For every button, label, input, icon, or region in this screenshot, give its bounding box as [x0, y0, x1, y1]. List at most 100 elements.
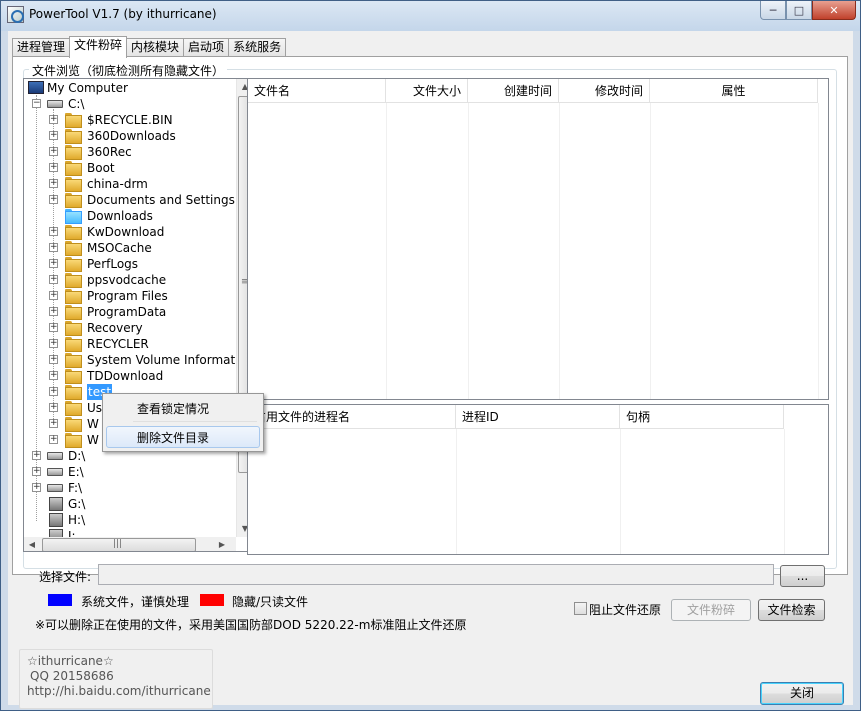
- expand-icon[interactable]: +: [49, 323, 58, 332]
- folder-icon: [65, 257, 82, 272]
- title-bar[interactable]: PowerTool V1.7 (by ithurricane) ─ □ ✕: [1, 1, 860, 31]
- menu-item-delete-directory[interactable]: 删除文件目录: [106, 426, 260, 448]
- tree-label: TDDownload: [87, 369, 164, 383]
- expand-icon[interactable]: +: [32, 483, 41, 492]
- tree-label: I:: [68, 529, 76, 537]
- maximize-button[interactable]: □: [786, 1, 812, 20]
- system-file-legend: 系统文件，谨慎处理: [81, 595, 190, 609]
- expand-icon[interactable]: +: [49, 275, 58, 284]
- tree-label: G:\: [68, 497, 86, 511]
- grid-line: [784, 429, 785, 554]
- expand-icon[interactable]: +: [49, 355, 58, 364]
- collapse-icon[interactable]: −: [32, 99, 41, 108]
- drive-icon: [47, 468, 63, 476]
- folder-icon: [65, 321, 82, 336]
- expand-icon[interactable]: +: [49, 259, 58, 268]
- expand-icon[interactable]: +: [32, 467, 41, 476]
- tree-label: W: [87, 417, 99, 431]
- folder-icon: [65, 177, 82, 192]
- expand-icon[interactable]: +: [49, 435, 58, 444]
- select-file-label: 选择文件:: [39, 570, 92, 584]
- folder-icon: [65, 417, 82, 432]
- expand-icon[interactable]: +: [49, 195, 58, 204]
- expand-icon[interactable]: +: [49, 291, 58, 300]
- tree-horizontal-scrollbar[interactable]: ◀ ||| ▶: [24, 537, 236, 551]
- context-menu: 查看锁定情况 删除文件目录: [102, 393, 264, 452]
- grid-line: [559, 103, 560, 399]
- grid-line: [456, 429, 457, 554]
- expand-icon[interactable]: +: [49, 339, 58, 348]
- tab-startup-items[interactable]: 启动项: [183, 38, 230, 57]
- caption-buttons: ─ □ ✕: [760, 1, 856, 21]
- scroll-left-icon[interactable]: ◀: [24, 537, 40, 551]
- tree-label: 360Downloads: [87, 129, 176, 143]
- folder-icon: [65, 385, 82, 400]
- grip-icon: |||: [113, 539, 123, 549]
- main-window: PowerTool V1.7 (by ithurricane) ─ □ ✕ 进程…: [0, 0, 861, 711]
- column-header-process-name[interactable]: 占用文件的进程名: [248, 405, 456, 429]
- tree-label: Documents and Settings: [87, 193, 235, 207]
- expand-icon[interactable]: +: [49, 227, 58, 236]
- expand-icon[interactable]: +: [49, 419, 58, 428]
- drive-icon: [47, 452, 63, 460]
- tab-kernel-modules[interactable]: 内核模块: [126, 38, 185, 57]
- column-header-handle[interactable]: 句柄: [620, 405, 784, 429]
- expand-icon[interactable]: +: [49, 163, 58, 172]
- file-list[interactable]: 文件名 文件大小 创建时间 修改时间 属性: [247, 78, 829, 400]
- expand-icon[interactable]: +: [49, 147, 58, 156]
- minimize-button[interactable]: ─: [760, 1, 786, 20]
- close-button[interactable]: 关闭: [760, 682, 844, 705]
- tab-system-services[interactable]: 系统服务: [228, 38, 287, 57]
- client-area: 进程管理 文件粉碎 内核模块 启动项 系统服务 文件浏览（彻底检测所有隐藏文件）…: [8, 31, 853, 709]
- scroll-thumb[interactable]: |||: [42, 538, 196, 551]
- expand-icon[interactable]: +: [49, 131, 58, 140]
- column-header-created[interactable]: 创建时间: [468, 79, 559, 103]
- selected-file-input[interactable]: [98, 564, 774, 585]
- tree-label: china-drm: [87, 177, 148, 191]
- menu-item-view-lock-status[interactable]: 查看锁定情况: [106, 397, 260, 419]
- tree-label: Downloads: [87, 209, 153, 223]
- grid-line: [620, 429, 621, 554]
- author-url[interactable]: http://hi.baidu.com/ithurricane: [27, 684, 211, 699]
- folder-tree[interactable]: My Computer − C:\ + $RECYCLE.BIN +360Downl…: [23, 78, 251, 552]
- close-window-button[interactable]: ✕: [812, 1, 856, 20]
- expand-icon[interactable]: +: [49, 371, 58, 380]
- app-icon: [7, 6, 24, 23]
- expand-icon[interactable]: +: [49, 179, 58, 188]
- tree-label: My Computer: [47, 81, 128, 95]
- column-header-size[interactable]: 文件大小: [386, 79, 468, 103]
- file-search-button[interactable]: 文件检索: [758, 599, 825, 621]
- scroll-right-icon[interactable]: ▶: [214, 537, 230, 551]
- tree-label: ppsvodcache: [87, 273, 167, 287]
- expand-icon[interactable]: +: [49, 307, 58, 316]
- column-header-modified[interactable]: 修改时间: [559, 79, 650, 103]
- folder-icon: [65, 113, 82, 128]
- window-title: PowerTool V1.7 (by ithurricane): [29, 7, 217, 21]
- column-header-pid[interactable]: 进程ID: [456, 405, 620, 429]
- folder-icon: [65, 305, 82, 320]
- folder-icon: [65, 289, 82, 304]
- tab-process-manager[interactable]: 进程管理: [12, 38, 71, 57]
- tree-label: RECYCLER: [87, 337, 149, 351]
- grid-line: [650, 103, 651, 399]
- expand-icon[interactable]: +: [49, 387, 58, 396]
- prevent-restore-label[interactable]: 阻止文件还原: [589, 601, 661, 618]
- lock-process-list[interactable]: 占用文件的进程名 进程ID 句柄: [247, 404, 829, 555]
- prevent-restore-checkbox[interactable]: [574, 602, 587, 615]
- drive-icon: [47, 100, 63, 108]
- expand-icon[interactable]: +: [49, 243, 58, 252]
- folder-icon: [65, 161, 82, 176]
- tree-label: PerfLogs: [87, 257, 139, 271]
- browse-button[interactable]: ...: [780, 565, 825, 587]
- tree-label: Boot: [87, 161, 115, 175]
- shred-file-button[interactable]: 文件粉碎: [671, 599, 751, 621]
- expand-icon[interactable]: +: [49, 403, 58, 412]
- column-header-attributes[interactable]: 属性: [650, 79, 818, 103]
- expand-icon[interactable]: +: [49, 115, 58, 124]
- tab-file-shredder[interactable]: 文件粉碎: [69, 36, 128, 58]
- expand-icon[interactable]: +: [32, 451, 41, 460]
- lock-list-header: 占用文件的进程名 进程ID 句柄: [248, 405, 784, 429]
- column-header-filename[interactable]: 文件名: [248, 79, 386, 103]
- folder-icon: [65, 369, 82, 384]
- tree-label: ProgramData: [87, 305, 167, 319]
